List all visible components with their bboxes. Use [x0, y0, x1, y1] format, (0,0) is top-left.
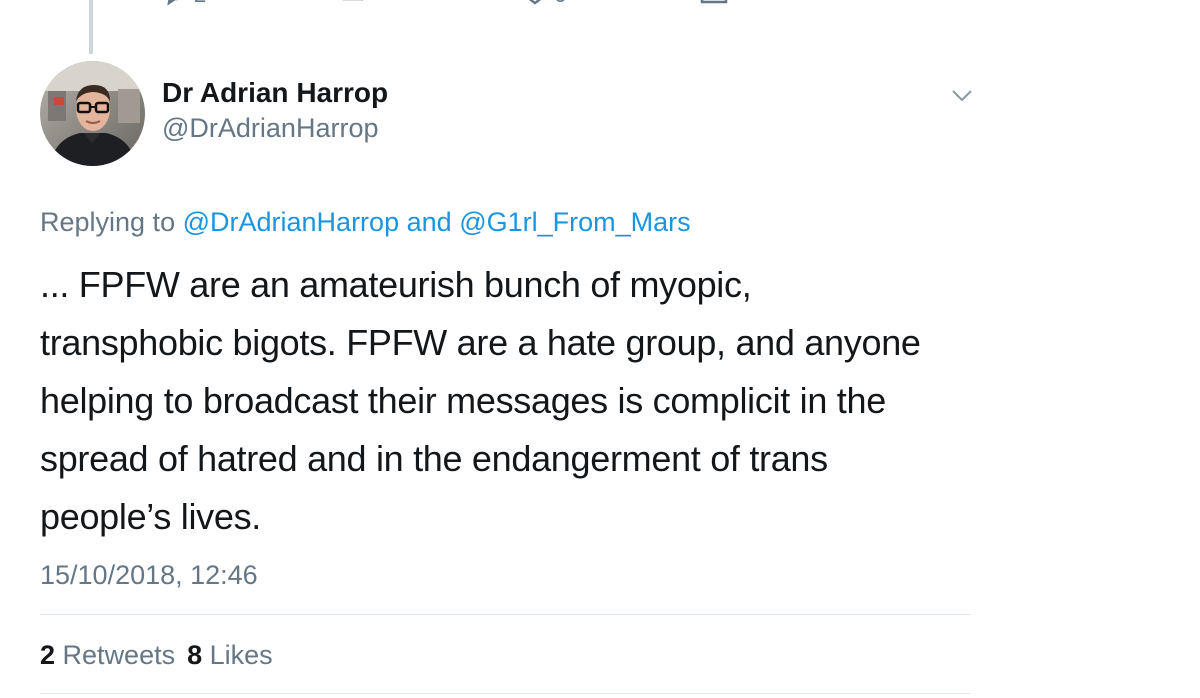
like-icon: [520, 0, 550, 17]
tweet-text-line: people’s lives.: [40, 496, 261, 537]
replying-and[interactable]: and: [407, 207, 452, 237]
retweet-action[interactable]: [340, 0, 372, 18]
retweet-label: Retweets: [62, 640, 176, 670]
replying-to: Replying to @DrAdrianHarrop and @G1rl_Fr…: [40, 207, 691, 238]
likes-stat[interactable]: 8 Likes: [187, 640, 273, 670]
user-handle[interactable]: @DrAdrianHarrop: [162, 113, 378, 144]
likes-count: 8: [187, 640, 203, 670]
reply-count: 2: [194, 0, 206, 8]
avatar[interactable]: [40, 61, 145, 166]
divider: [40, 693, 971, 694]
previous-tweet-actions: 2 6: [0, 0, 1200, 20]
like-action[interactable]: 6: [520, 0, 566, 18]
tweet-text-line: spread of hatred and in the endangerment…: [40, 438, 828, 479]
retweets-stat[interactable]: 2 Retweets: [40, 640, 175, 670]
reply-action[interactable]: 2: [160, 0, 206, 18]
tweet-text-line: transphobic bigots. FPFW are a hate grou…: [40, 322, 921, 363]
replying-prefix: Replying to: [40, 207, 176, 237]
tweet-text-line: helping to broadcast their messages is c…: [40, 380, 886, 421]
tweet-timestamp[interactable]: 15/10/2018, 12:46: [40, 560, 258, 591]
tweet-text-line: ... FPFW are an amateurish bunch of myop…: [40, 264, 752, 305]
replying-user-link[interactable]: @DrAdrianHarrop: [183, 207, 399, 237]
tweet-stats: 2 Retweets 8 Likes: [40, 640, 273, 671]
replying-user-link[interactable]: @G1rl_From_Mars: [459, 207, 690, 237]
reply-icon: [160, 0, 190, 17]
retweet-icon: [340, 0, 372, 17]
tweet-text: ... FPFW are an amateurish bunch of myop…: [40, 256, 990, 546]
share-action[interactable]: [698, 0, 730, 18]
likes-label: Likes: [209, 640, 273, 670]
retweet-count: 2: [40, 640, 56, 670]
display-name[interactable]: Dr Adrian Harrop: [162, 77, 388, 109]
like-count: 6: [554, 0, 566, 8]
chevron-down-icon: [950, 90, 974, 110]
share-icon: [698, 0, 730, 18]
divider: [40, 614, 971, 615]
tweet-options-button[interactable]: [950, 86, 974, 106]
